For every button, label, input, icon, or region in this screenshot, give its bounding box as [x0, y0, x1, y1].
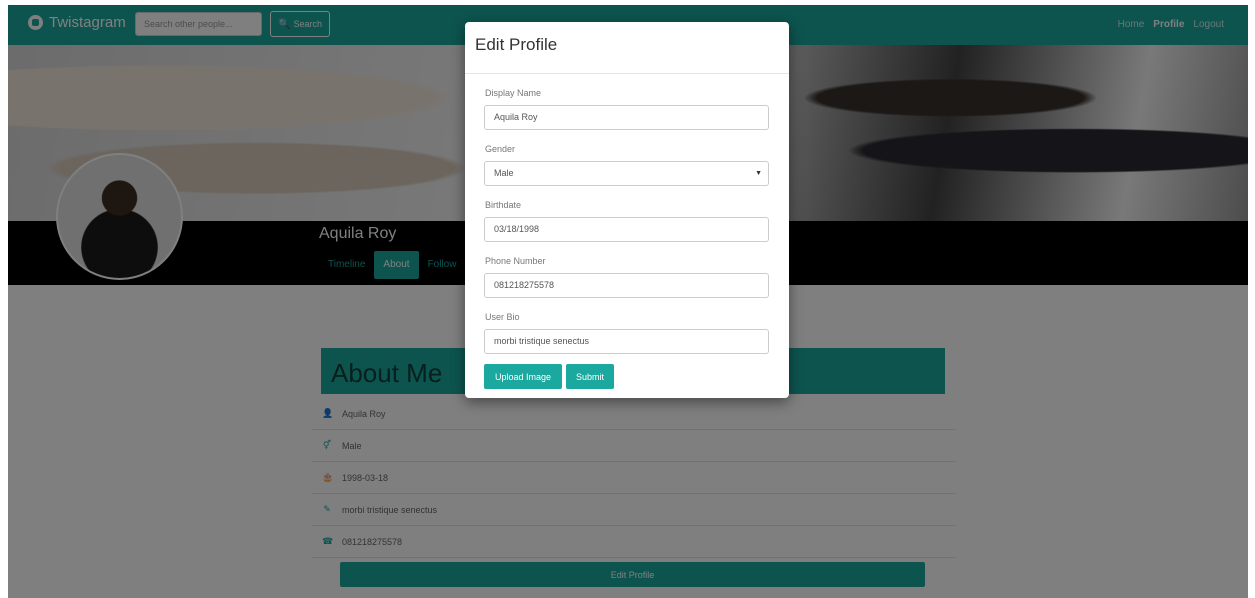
phone-number-label: Phone Number	[485, 256, 546, 266]
user-bio-label: User Bio	[485, 312, 520, 322]
user-bio-field[interactable]: morbi tristique senectus	[484, 329, 769, 354]
birthdate-field[interactable]: 03/18/1998	[484, 217, 769, 242]
phone-number-field[interactable]: 081218275578	[484, 273, 769, 298]
gender-label: Gender	[485, 144, 516, 154]
birthdate-label: Birthdate	[485, 200, 522, 210]
modal-title: Edit Profile	[475, 35, 558, 54]
display-name-field[interactable]: Aquila Roy	[484, 105, 769, 130]
chevron-down-icon: ▼	[755, 170, 762, 177]
submit-button[interactable]: Submit	[566, 364, 614, 389]
edit-profile-modal: Edit Profile Display Name Aquila Roy Gen…	[465, 22, 789, 398]
modal-header: Edit Profile	[465, 22, 789, 74]
gender-select-value: Male	[494, 168, 514, 178]
upload-image-button[interactable]: Upload Image	[484, 364, 562, 389]
gender-select[interactable]: Male ▼	[484, 161, 769, 186]
display-name-label: Display Name	[485, 88, 542, 98]
